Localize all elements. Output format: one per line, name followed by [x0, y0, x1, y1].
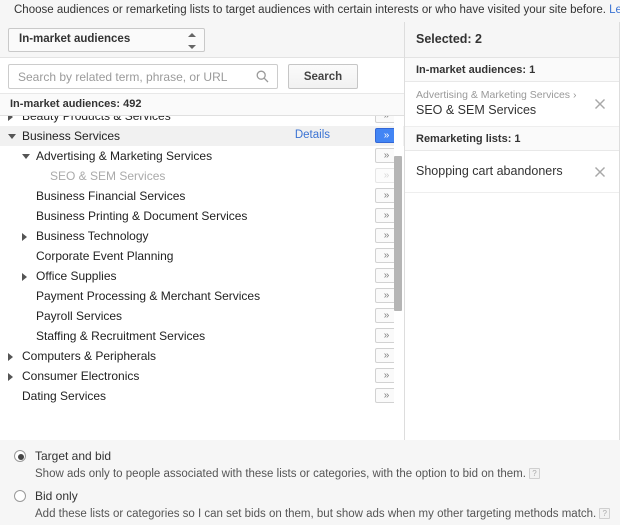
- search-button[interactable]: Search: [288, 64, 358, 89]
- category-label: Advertising & Marketing Services: [36, 149, 213, 163]
- targeting-option[interactable]: Bid only Add these lists or categories so…: [14, 489, 620, 521]
- chevron-right-icon[interactable]: [22, 272, 31, 281]
- intro-text: Choose audiences or remarketing lists to…: [14, 4, 606, 16]
- selected-item: Shopping cart abandoners: [405, 151, 619, 193]
- category-label: Staffing & Recruitment Services: [36, 329, 206, 343]
- tree-scrollbar-thumb[interactable]: [394, 156, 402, 311]
- category-row[interactable]: Advertising & Marketing Services»: [0, 146, 404, 166]
- selected-group-title: Remarketing lists: 1: [405, 127, 619, 151]
- category-label: Business Printing & Document Services: [36, 209, 248, 223]
- category-label: SEO & SEM Services: [50, 169, 166, 183]
- search-row: Search: [0, 58, 404, 94]
- audience-type-value: In-market audiences: [19, 33, 131, 45]
- learn-more-link[interactable]: Learn more: [609, 4, 620, 16]
- category-label: Business Services: [22, 129, 121, 143]
- category-tree: Beauty Products & Services» Business Serv…: [0, 116, 404, 406]
- selected-item: Advertising & Marketing Services › SEO & …: [405, 82, 619, 127]
- targeting-option-title: Target and bid: [35, 449, 112, 463]
- category-row[interactable]: Corporate Event Planning»: [0, 246, 404, 266]
- targeting-option-description: Add these lists or categories so I can s…: [14, 507, 620, 521]
- targeting-option-description-text: Show ads only to people associated with …: [35, 468, 526, 480]
- category-row[interactable]: Computers & Peripherals»: [0, 346, 404, 366]
- radio-button[interactable]: [14, 450, 26, 462]
- chevron-updown-icon: [187, 33, 196, 49]
- category-row[interactable]: Business Services Details»: [0, 126, 404, 146]
- selected-item-name: SEO & SEM Services: [416, 103, 537, 117]
- category-label: Payroll Services: [36, 309, 123, 323]
- category-label: Business Technology: [36, 229, 149, 243]
- radio-button[interactable]: [14, 490, 26, 502]
- tree-scrollbar[interactable]: [394, 116, 403, 440]
- category-label: Consumer Electronics: [22, 369, 140, 383]
- chevron-down-icon[interactable]: [22, 152, 31, 161]
- category-label: Office Supplies: [36, 269, 117, 283]
- category-label: Business Financial Services: [36, 189, 186, 203]
- category-row[interactable]: Dating Services»: [0, 386, 404, 406]
- targeting-option-title: Bid only: [35, 489, 78, 503]
- targeting-option-description-text: Add these lists or categories so I can s…: [35, 508, 597, 520]
- audience-type-dropdown[interactable]: In-market audiences: [8, 28, 205, 52]
- browse-panel: In-market audiences Search by related te…: [0, 22, 405, 440]
- remove-selected-item-icon[interactable]: [593, 165, 607, 179]
- category-label: Corporate Event Planning: [36, 249, 174, 263]
- category-row[interactable]: Office Supplies»: [0, 266, 404, 286]
- chevron-right-icon[interactable]: [8, 372, 17, 381]
- search-icon: [256, 70, 269, 83]
- targeting-options: Target and bid Show ads only to people as…: [0, 440, 620, 525]
- category-row[interactable]: Consumer Electronics»: [0, 366, 404, 386]
- picker-frame: In-market audiences Search by related te…: [0, 22, 620, 440]
- selected-panel: Selected: 2 In-market audiences: 1 Advert…: [405, 22, 620, 440]
- category-row[interactable]: Business Financial Services»: [0, 186, 404, 206]
- category-label: Dating Services: [22, 389, 107, 403]
- details-link[interactable]: Details: [295, 129, 330, 141]
- chevron-right-icon[interactable]: [8, 116, 17, 121]
- selected-groups: In-market audiences: 1 Advertising & Mark…: [405, 58, 619, 193]
- category-label: Computers & Peripherals: [22, 349, 157, 363]
- category-row[interactable]: Business Technology»: [0, 226, 404, 246]
- selected-group-title: In-market audiences: 1: [405, 58, 619, 82]
- list-count-label: In-market audiences: 492: [0, 94, 404, 116]
- category-label: Payment Processing & Merchant Services: [36, 289, 261, 303]
- category-row[interactable]: Beauty Products & Services»: [0, 116, 404, 126]
- category-row[interactable]: Staffing & Recruitment Services»: [0, 326, 404, 346]
- category-row[interactable]: Payment Processing & Merchant Services»: [0, 286, 404, 306]
- selected-item-name: Shopping cart abandoners: [416, 164, 563, 178]
- audience-type-row: In-market audiences: [0, 22, 404, 58]
- chevron-right-icon[interactable]: [8, 352, 17, 361]
- remove-selected-item-icon[interactable]: [593, 97, 607, 111]
- audience-picker-dialog: Choose audiences or remarketing lists to…: [0, 0, 620, 525]
- chevron-down-icon[interactable]: [8, 132, 17, 141]
- search-input[interactable]: [9, 65, 254, 88]
- targeting-option[interactable]: Target and bid Show ads only to people as…: [14, 449, 620, 481]
- category-row[interactable]: Business Printing & Document Services»: [0, 206, 404, 226]
- selected-item-path: Advertising & Marketing Services ›: [416, 89, 577, 101]
- chevron-right-icon[interactable]: [22, 232, 31, 241]
- help-icon[interactable]: ?: [528, 468, 540, 479]
- intro-bar: Choose audiences or remarketing lists to…: [0, 0, 620, 22]
- search-box[interactable]: [8, 64, 278, 89]
- selected-count-title: Selected: 2: [405, 22, 619, 58]
- category-label: Beauty Products & Services: [22, 116, 171, 123]
- targeting-option-description: Show ads only to people associated with …: [14, 467, 620, 481]
- help-icon[interactable]: ?: [599, 508, 611, 519]
- category-tree-scroll[interactable]: Beauty Products & Services» Business Serv…: [0, 116, 404, 440]
- category-row[interactable]: Payroll Services»: [0, 306, 404, 326]
- category-row[interactable]: SEO & SEM Services»: [0, 166, 404, 186]
